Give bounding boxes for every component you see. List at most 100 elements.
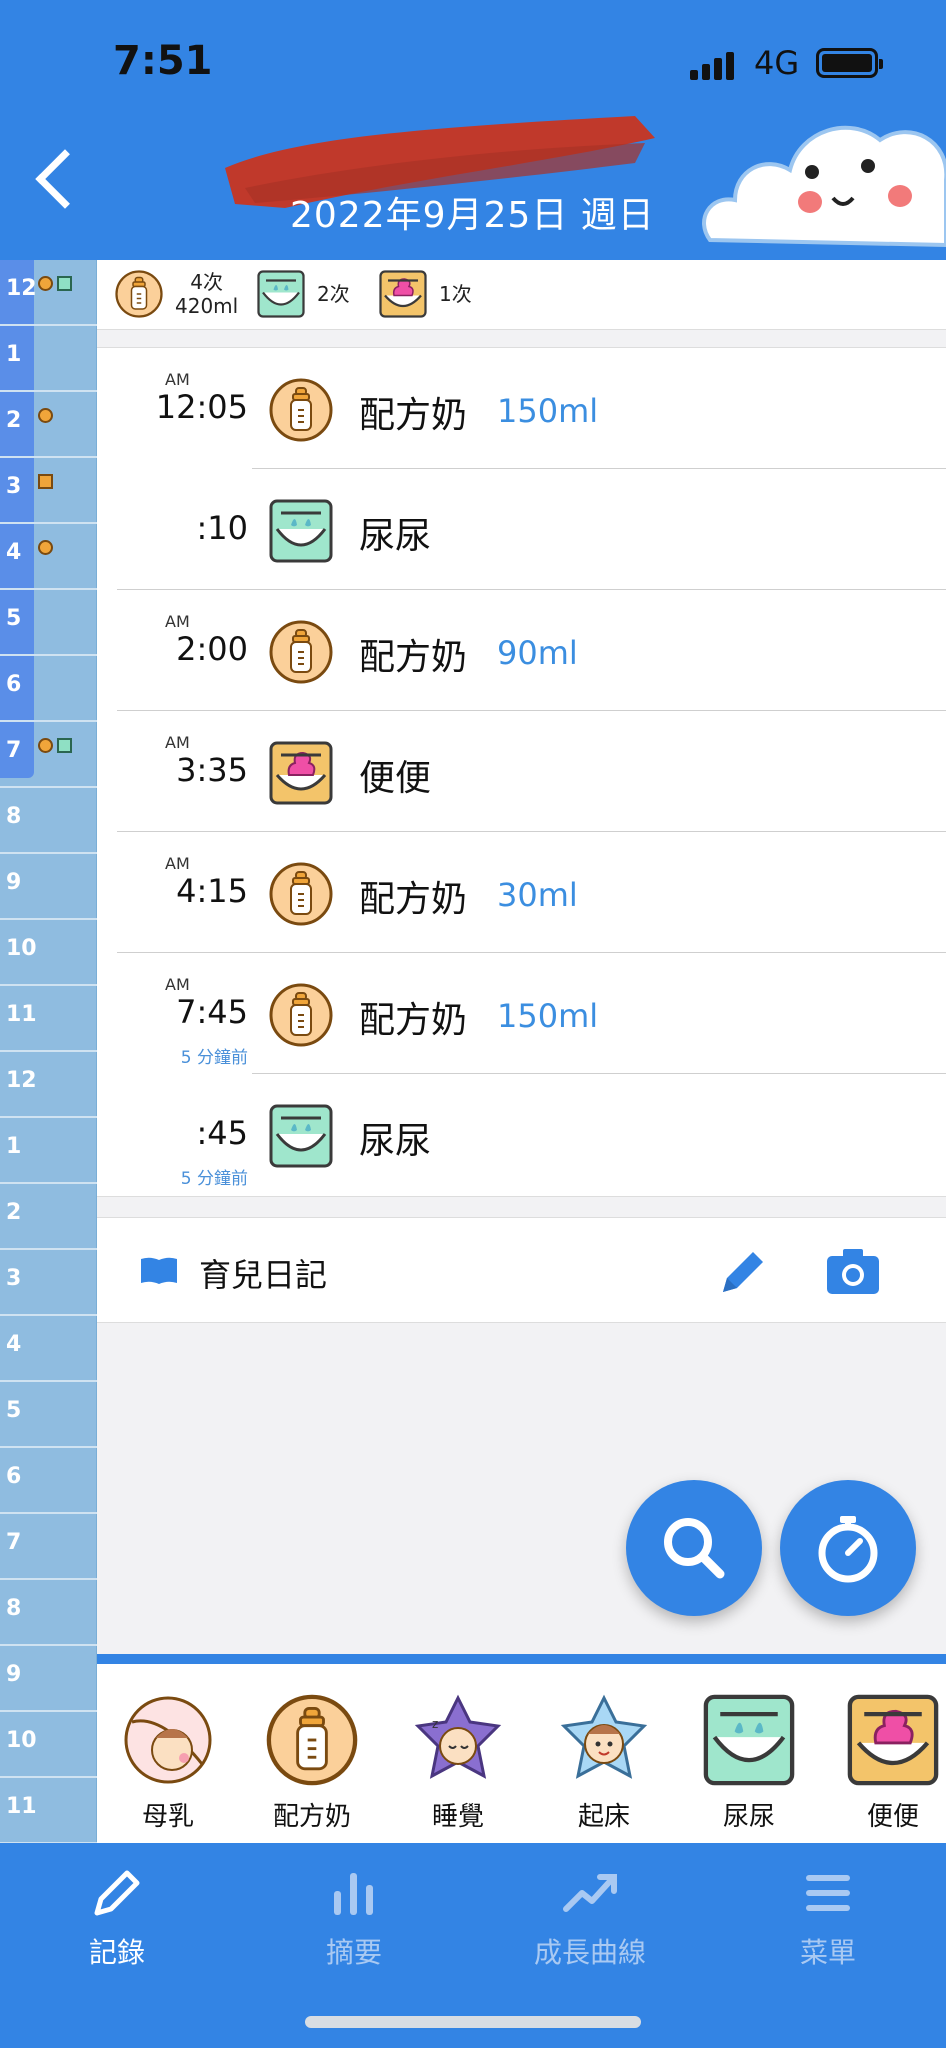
quick-add-tray: 母乳 配方奶 z 睡覺 起床 尿尿 便便 <box>97 1654 946 1844</box>
timeline-hour[interactable]: 10 <box>0 1712 97 1778</box>
diaper-pee-icon <box>257 270 305 318</box>
ampm-label: AM <box>165 370 190 389</box>
stopwatch-button[interactable] <box>780 1480 916 1616</box>
relative-time: 5 分鐘前 <box>180 1048 248 1068</box>
entry-row[interactable]: AM 4:15 配方奶 30ml <box>97 832 946 953</box>
timeline-hour[interactable]: 8 <box>0 1580 97 1646</box>
timeline-hour[interactable]: 11 <box>0 986 97 1052</box>
entry-label: 配方奶 <box>359 879 468 920</box>
book-icon <box>141 1257 177 1284</box>
diaper-pee-icon <box>703 1694 795 1786</box>
daily-summary-bar: 4次 420ml 2次 1次 <box>97 260 946 330</box>
timeline-hour[interactable]: 7 <box>0 722 97 788</box>
quick-add-formula[interactable]: 配方奶 <box>257 1694 367 1833</box>
quick-add-label: 睡覺 <box>431 1802 484 1832</box>
timeline-hour[interactable]: 1 <box>0 326 97 392</box>
timeline-hour[interactable]: 6 <box>0 656 97 722</box>
entry-time: 4:15 <box>176 872 248 910</box>
entry-row[interactable]: AM 7:45 5 分鐘前 配方奶 150ml <box>97 953 946 1074</box>
tab-label: 摘要 <box>325 1936 382 1969</box>
feeding-marker <box>38 276 53 291</box>
diaper-poop-icon <box>847 1694 939 1786</box>
tab-summary[interactable]: 摘要 <box>254 1865 454 1971</box>
quick-add-sleep[interactable]: z 睡覺 <box>403 1694 513 1833</box>
entry-time: 7:45 <box>176 993 248 1031</box>
svg-text:z: z <box>432 1717 438 1731</box>
quick-add-label: 母乳 <box>141 1802 194 1832</box>
timeline-hour[interactable]: 11 <box>0 1778 97 1844</box>
timeline-hour[interactable]: 10 <box>0 920 97 986</box>
timeline-hour[interactable]: 2 <box>0 1184 97 1250</box>
bottle-icon <box>269 378 333 442</box>
timeline-hour[interactable]: 4 <box>0 524 97 590</box>
tab-label: 成長曲線 <box>533 1936 646 1969</box>
relative-time: 5 分鐘前 <box>180 1169 248 1189</box>
search-icon <box>664 1518 725 1579</box>
timeline-hour[interactable]: 12 <box>0 1052 97 1118</box>
poop-marker <box>38 474 53 489</box>
diary-row[interactable]: 育兒日記 <box>97 1217 946 1323</box>
entry-label: 尿尿 <box>359 516 432 557</box>
stopwatch-icon <box>818 1516 878 1583</box>
bar-chart-icon <box>334 1873 373 1915</box>
poop-count: 1次 <box>439 282 472 306</box>
tab-growth[interactable]: 成長曲線 <box>490 1865 690 1971</box>
timeline-sidebar[interactable]: 12 1 2 3 4 5 6 7 8 9 10 11 12 1 2 3 4 5 … <box>0 260 97 1844</box>
entry-row[interactable]: :45 5 分鐘前 尿尿 <box>97 1074 946 1195</box>
timeline-hour[interactable]: 6 <box>0 1448 97 1514</box>
entry-time: 2:00 <box>176 630 248 668</box>
quick-add-pee[interactable]: 尿尿 <box>694 1694 804 1833</box>
timeline-hour[interactable]: 5 <box>0 1382 97 1448</box>
search-button[interactable] <box>626 1480 762 1616</box>
entry-row[interactable]: AM 3:35 便便 <box>97 711 946 832</box>
trend-up-icon <box>563 1874 617 1912</box>
feeding-total: 420ml <box>175 294 239 318</box>
ampm-label: AM <box>165 854 190 873</box>
tab-label: 菜單 <box>799 1936 856 1969</box>
bottle-icon <box>115 270 163 318</box>
entry-list: AM 12:05 配方奶 150ml :10 尿尿 AM 2:00 配方奶 90… <box>97 347 946 1197</box>
tab-menu[interactable]: 菜單 <box>728 1865 928 1971</box>
timeline-hour[interactable]: 3 <box>0 458 97 524</box>
entry-row[interactable]: :10 尿尿 <box>97 469 946 590</box>
bottle-icon <box>269 862 333 926</box>
tab-record[interactable]: 記錄 <box>17 1865 217 1971</box>
back-button[interactable] <box>35 149 95 209</box>
feeding-count: 4次 <box>190 270 223 294</box>
camera-icon[interactable] <box>825 1246 881 1296</box>
entry-amount: 90ml <box>497 634 578 672</box>
home-indicator <box>305 2016 641 2028</box>
ampm-label: AM <box>165 733 190 752</box>
quick-add-label: 配方奶 <box>272 1802 351 1832</box>
quick-add-breastmilk[interactable]: 母乳 <box>113 1694 223 1833</box>
entry-label: 配方奶 <box>359 637 468 678</box>
timeline-hour[interactable]: 7 <box>0 1514 97 1580</box>
timeline-hour[interactable]: 12 <box>0 260 97 326</box>
timeline-hour[interactable]: 5 <box>0 590 97 656</box>
timeline-hour[interactable]: 4 <box>0 1316 97 1382</box>
timeline-hour[interactable]: 2 <box>0 392 97 458</box>
pencil-icon[interactable] <box>717 1246 769 1298</box>
quick-add-wake[interactable]: 起床 <box>549 1694 659 1833</box>
diaper-pee-icon <box>269 1104 333 1168</box>
entry-label: 尿尿 <box>359 1121 432 1162</box>
timeline-hour[interactable]: 9 <box>0 854 97 920</box>
feeding-marker <box>38 738 53 753</box>
timeline-hour[interactable]: 8 <box>0 788 97 854</box>
summary-pee: 2次 <box>257 270 350 318</box>
timeline-hour[interactable]: 9 <box>0 1646 97 1712</box>
ampm-label: AM <box>165 612 190 631</box>
entry-amount: 150ml <box>497 392 599 430</box>
diaper-pee-icon <box>269 499 333 563</box>
entry-amount: 150ml <box>497 997 599 1035</box>
status-time: 7:51 <box>113 38 213 84</box>
entry-row[interactable]: AM 2:00 配方奶 90ml <box>97 590 946 711</box>
entry-row[interactable]: AM 12:05 配方奶 150ml <box>97 348 946 469</box>
bottle-icon <box>266 1694 358 1786</box>
quick-add-poop[interactable]: 便便 <box>838 1694 946 1833</box>
timeline-hour[interactable]: 3 <box>0 1250 97 1316</box>
quick-add-label: 尿尿 <box>722 1802 775 1832</box>
timeline-hour[interactable]: 1 <box>0 1118 97 1184</box>
pee-count: 2次 <box>317 282 350 306</box>
bottle-icon <box>269 983 333 1047</box>
